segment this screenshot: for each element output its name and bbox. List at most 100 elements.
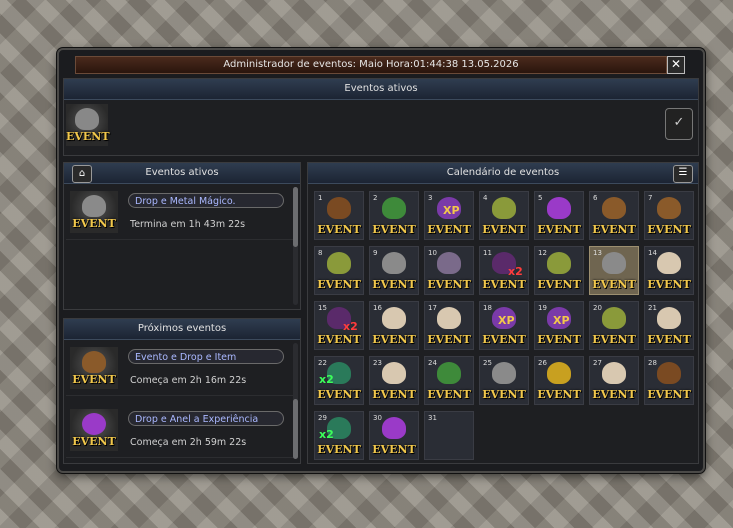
- day-number: 16: [373, 304, 382, 312]
- calendar-day-1[interactable]: EVENT 1: [314, 191, 364, 240]
- event-badge: x2: [319, 428, 334, 441]
- calendar-day-30[interactable]: EVENT 30: [369, 411, 419, 460]
- upcoming-panel: Próximos eventos EVENT Evento e Drop e I…: [63, 318, 301, 464]
- event-badge: XP: [553, 314, 570, 327]
- calendar-day-29[interactable]: EVENT x2 29: [314, 411, 364, 460]
- event-label: EVENT: [72, 373, 116, 386]
- event-label: EVENT: [482, 278, 526, 291]
- event-label: EVENT: [427, 278, 471, 291]
- calendar-day-25[interactable]: EVENT 25: [479, 356, 529, 405]
- green-hand-icon: [382, 197, 406, 219]
- list-item[interactable]: EVENT Drop e Anel a Experiência Começa e…: [66, 403, 294, 458]
- event-label: EVENT: [537, 278, 581, 291]
- day-number: 25: [483, 359, 492, 367]
- pyramid-icon: [382, 307, 406, 329]
- pyramid-icon: [657, 252, 681, 274]
- event-thumb: EVENT: [70, 409, 118, 451]
- event-label: EVENT: [372, 278, 416, 291]
- event-name: Drop e Anel a Experiência: [128, 411, 284, 426]
- event-label: EVENT: [647, 278, 691, 291]
- calendar-day-11[interactable]: EVENT x2 11: [479, 246, 529, 295]
- day-number: 28: [648, 359, 657, 367]
- day-number: 15: [318, 304, 327, 312]
- day-number: 26: [538, 359, 547, 367]
- scrollbar-thumb[interactable]: [293, 187, 298, 247]
- day-number: 20: [593, 304, 602, 312]
- event-thumb: EVENT: [481, 193, 527, 239]
- calendar-day-22[interactable]: EVENT x2 22: [314, 356, 364, 405]
- calendar-day-23[interactable]: EVENT 23: [369, 356, 419, 405]
- calendar-day-17[interactable]: EVENT 17: [424, 301, 474, 350]
- scrollbar[interactable]: [293, 343, 298, 459]
- pyramid-icon: [382, 362, 406, 384]
- event-badge: x2: [319, 373, 334, 386]
- check-icon[interactable]: ✓: [665, 108, 693, 140]
- day-number: 29: [318, 414, 327, 422]
- calendar-day-15[interactable]: EVENT x2 15: [314, 301, 364, 350]
- close-button[interactable]: ✕: [667, 56, 685, 74]
- filter-icon[interactable]: ☰: [673, 165, 693, 183]
- day-number: 12: [538, 249, 547, 257]
- day-number: 1: [318, 194, 323, 202]
- event-label: EVENT: [317, 223, 361, 236]
- calendar-day-12[interactable]: EVENT 12: [534, 246, 584, 295]
- event-label: EVENT: [317, 333, 361, 346]
- calendar-day-14[interactable]: EVENT 14: [644, 246, 694, 295]
- day-number: 2: [373, 194, 378, 202]
- list-item[interactable]: EVENT Evento e Drop e Item Começa em 2h …: [66, 341, 294, 396]
- list-item[interactable]: EVENT Drop e Metal Mágico. Termina em 1h…: [66, 185, 294, 240]
- calendar-day-2[interactable]: EVENT 2: [369, 191, 419, 240]
- calendar-day-16[interactable]: EVENT 16: [369, 301, 419, 350]
- event-label: EVENT: [427, 223, 471, 236]
- calendar-day-24[interactable]: EVENT 24: [424, 356, 474, 405]
- active-event-icon[interactable]: EVENT: [66, 104, 110, 146]
- calendar-day-18[interactable]: EVENT XP 18: [479, 301, 529, 350]
- calendar-day-13[interactable]: EVENT 13: [589, 246, 639, 295]
- calendar-day-8[interactable]: EVENT 8: [314, 246, 364, 295]
- calendar-day-4[interactable]: EVENT 4: [479, 191, 529, 240]
- event-label: EVENT: [592, 278, 636, 291]
- left-active-header: Eventos ativos: [64, 163, 300, 184]
- calendar-day-21[interactable]: EVENT 21: [644, 301, 694, 350]
- event-thumb: EVENT: [646, 193, 692, 239]
- event-label: EVENT: [537, 223, 581, 236]
- scrollbar-thumb[interactable]: [293, 399, 298, 459]
- calendar-day-31[interactable]: 31: [424, 411, 474, 460]
- calendar-day-6[interactable]: EVENT 6: [589, 191, 639, 240]
- event-label: EVENT: [592, 223, 636, 236]
- event-status: Começa em 2h 16m 22s: [130, 375, 247, 386]
- metal-icon: [492, 362, 516, 384]
- calendar-day-26[interactable]: EVENT 26: [534, 356, 584, 405]
- chest-icon: [657, 362, 681, 384]
- calendar-day-27[interactable]: EVENT 27: [589, 356, 639, 405]
- day-number: 23: [373, 359, 382, 367]
- metal-icon: [75, 108, 99, 130]
- calendar-day-19[interactable]: EVENT XP 19: [534, 301, 584, 350]
- calendar-day-7[interactable]: EVENT 7: [644, 191, 694, 240]
- pyramid-icon: [437, 307, 461, 329]
- pyramid-icon: [602, 362, 626, 384]
- event-thumb: EVENT: [591, 193, 637, 239]
- calendar-day-9[interactable]: EVENT 9: [369, 246, 419, 295]
- day-number: 14: [648, 249, 657, 257]
- active-events-header: Eventos ativos: [64, 79, 698, 100]
- calendar-day-5[interactable]: EVENT 5: [534, 191, 584, 240]
- calendar-day-28[interactable]: EVENT 28: [644, 356, 694, 405]
- scrollbar[interactable]: [293, 187, 298, 305]
- day-number: 10: [428, 249, 437, 257]
- calendar-day-10[interactable]: EVENT 10: [424, 246, 474, 295]
- event-badge: XP: [498, 314, 515, 327]
- day-number: 9: [373, 249, 378, 257]
- event-thumb: EVENT: [70, 191, 118, 233]
- calendar-day-20[interactable]: EVENT 20: [589, 301, 639, 350]
- pyramid-icon: [657, 307, 681, 329]
- active-events-strip: Eventos ativos: [63, 78, 699, 156]
- event-label: EVENT: [537, 333, 581, 346]
- calendar-day-3[interactable]: EVENT XP 3: [424, 191, 474, 240]
- day-number: 22: [318, 359, 327, 367]
- home-icon[interactable]: ⌂: [72, 165, 92, 183]
- event-label: EVENT: [317, 388, 361, 401]
- event-label: EVENT: [537, 388, 581, 401]
- event-badge: x2: [508, 265, 523, 278]
- event-label: EVENT: [482, 223, 526, 236]
